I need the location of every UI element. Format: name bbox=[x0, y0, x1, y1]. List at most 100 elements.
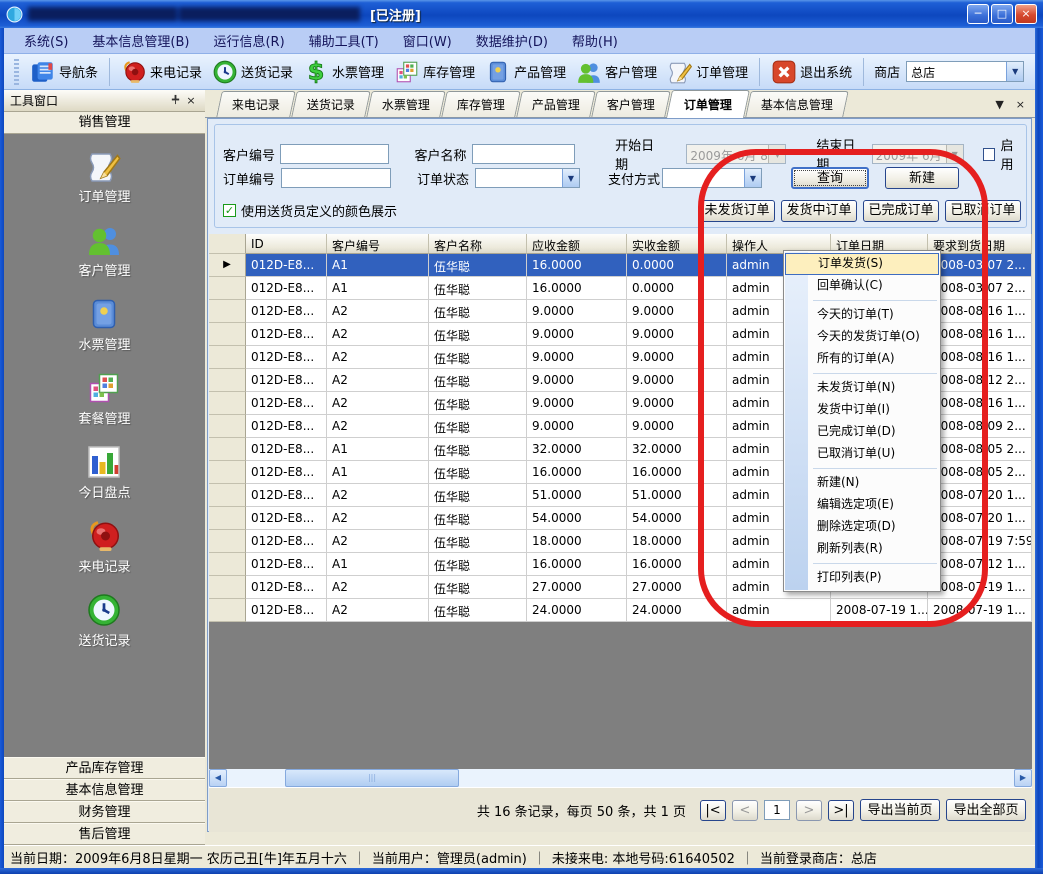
scrollbar-thumb[interactable] bbox=[285, 769, 459, 787]
context-menu-item[interactable]: 发货中订单(I) bbox=[785, 399, 939, 421]
sidebar-item[interactable]: 今日盘点 bbox=[78, 444, 130, 501]
toolbar-button[interactable]: $水票管理 bbox=[298, 57, 389, 87]
menubar-item[interactable]: 基本信息管理(B) bbox=[80, 28, 201, 53]
shop-select[interactable]: 总店 ▼ bbox=[906, 61, 1024, 82]
last-page-button[interactable]: >| bbox=[828, 800, 854, 821]
filter-status-button[interactable]: 已取消订单 bbox=[945, 200, 1021, 222]
context-menu-item[interactable]: 今天的订单(T) bbox=[785, 304, 939, 326]
new-button[interactable]: 新建 bbox=[885, 167, 959, 189]
tab[interactable]: 来电记录 bbox=[216, 91, 296, 117]
sidebar-section[interactable]: 财务管理 bbox=[4, 801, 205, 823]
maximize-button[interactable]: □ bbox=[991, 4, 1013, 24]
menubar-item[interactable]: 帮助(H) bbox=[560, 28, 630, 53]
menubar-item[interactable]: 辅助工具(T) bbox=[297, 28, 391, 53]
sidebar-item[interactable]: 订单管理 bbox=[78, 148, 130, 205]
toolbar-grip-icon[interactable] bbox=[14, 59, 19, 85]
sidebar-section[interactable]: 产品库存管理 bbox=[4, 757, 205, 779]
context-menu-item[interactable]: 已完成订单(D) bbox=[785, 421, 939, 443]
close-icon[interactable]: × bbox=[183, 94, 199, 107]
filter-status-button[interactable]: 未发货订单 bbox=[699, 200, 775, 222]
context-menu-item[interactable]: 今天的发货订单(O) bbox=[785, 326, 939, 348]
sidebar-item[interactable]: 套餐管理 bbox=[78, 370, 130, 427]
horizontal-scrollbar[interactable]: ◀ ▶ bbox=[209, 769, 1032, 787]
page-number-input[interactable] bbox=[764, 800, 790, 820]
sidebar-section[interactable]: 基本信息管理 bbox=[4, 779, 205, 801]
menubar-item[interactable]: 窗口(W) bbox=[391, 28, 464, 53]
end-date-picker[interactable]: 2009年 6月 8日▼ bbox=[872, 144, 964, 164]
pay-method-select[interactable]: ▼ bbox=[662, 168, 762, 188]
chevron-down-icon[interactable]: ▼ bbox=[946, 145, 963, 163]
tab[interactable]: 订单管理 bbox=[666, 90, 750, 118]
toolbar-button[interactable]: 来电记录 bbox=[116, 57, 207, 87]
context-menu-item[interactable]: 新建(N) bbox=[785, 472, 939, 494]
menubar-item[interactable]: 系统(S) bbox=[12, 28, 80, 53]
menubar-item[interactable]: 数据维护(D) bbox=[464, 28, 560, 53]
chevron-down-icon[interactable]: ▼ bbox=[1006, 62, 1023, 81]
scroll-left-icon[interactable]: ◀ bbox=[209, 769, 227, 787]
context-menu-item[interactable]: 未发货订单(N) bbox=[785, 377, 939, 399]
close-button[interactable]: × bbox=[1015, 4, 1037, 24]
toolbar-button[interactable]: 退出系统 bbox=[766, 57, 857, 87]
close-icon[interactable]: × bbox=[1016, 98, 1025, 111]
sidebar-item[interactable]: 水票管理 bbox=[78, 296, 130, 353]
first-page-button[interactable]: |< bbox=[700, 800, 726, 821]
context-menu-item[interactable]: 所有的订单(A) bbox=[785, 348, 939, 370]
tab[interactable]: 库存管理 bbox=[441, 91, 521, 117]
column-header[interactable]: 实收金额 bbox=[627, 234, 727, 254]
tab[interactable]: 水票管理 bbox=[366, 91, 446, 117]
toolbar-button[interactable]: 订单管理 bbox=[662, 57, 753, 87]
sidebar-item[interactable]: 来电记录 bbox=[78, 518, 130, 575]
column-header[interactable]: 应收金额 bbox=[527, 234, 627, 254]
sidebar-section[interactable]: 售后管理 bbox=[4, 823, 205, 845]
query-button[interactable]: 查询 bbox=[791, 167, 869, 189]
context-menu-item[interactable]: 刷新列表(R) bbox=[785, 538, 939, 560]
pin-icon[interactable] bbox=[167, 94, 183, 108]
context-menu-item[interactable]: 编辑选定项(E) bbox=[785, 494, 939, 516]
toolbar-button[interactable]: 导航条 bbox=[25, 57, 103, 87]
context-menu-item[interactable]: 删除选定项(D) bbox=[785, 516, 939, 538]
order-no-input[interactable] bbox=[281, 168, 391, 188]
column-header[interactable]: 要求到货日期 bbox=[928, 234, 1032, 254]
customer-no-input[interactable] bbox=[280, 144, 388, 164]
context-menu-item[interactable]: 打印列表(P) bbox=[785, 567, 939, 589]
chevron-down-icon[interactable]: ▼ bbox=[562, 169, 579, 187]
sidebar-item[interactable]: 客户管理 bbox=[78, 222, 130, 279]
prev-page-button[interactable]: < bbox=[732, 800, 758, 821]
tab[interactable]: 客户管理 bbox=[591, 91, 671, 117]
export-all-pages-button[interactable]: 导出全部页 bbox=[946, 799, 1026, 821]
toolbar-button[interactable]: 客户管理 bbox=[571, 57, 662, 87]
chevron-down-icon[interactable]: ▼ bbox=[768, 145, 785, 163]
toolbar-button[interactable]: 送货记录 bbox=[207, 57, 298, 87]
column-header[interactable]: ID bbox=[246, 234, 327, 254]
next-page-button[interactable]: > bbox=[796, 800, 822, 821]
export-current-page-button[interactable]: 导出当前页 bbox=[860, 799, 940, 821]
context-menu-item[interactable]: 回单确认(C) bbox=[785, 275, 939, 297]
sidebar-item[interactable]: 送货记录 bbox=[78, 592, 130, 649]
customer-name-input[interactable] bbox=[472, 144, 575, 164]
minimize-button[interactable]: ─ bbox=[967, 4, 989, 24]
filter-status-button[interactable]: 已完成订单 bbox=[863, 200, 939, 222]
scrollbar-track[interactable] bbox=[227, 769, 1014, 787]
start-date-picker[interactable]: 2009年 6月 8日▼ bbox=[686, 144, 786, 164]
column-header[interactable] bbox=[209, 234, 246, 254]
context-menu-item[interactable]: 订单发货(S) bbox=[785, 253, 939, 275]
tab[interactable]: 基本信息管理 bbox=[745, 91, 849, 117]
sidebar-section-sales[interactable]: 销售管理 bbox=[4, 112, 205, 134]
tab[interactable]: 产品管理 bbox=[516, 91, 596, 117]
titlebar[interactable]: ██████████████████ █████████████████████… bbox=[0, 0, 1043, 28]
column-header[interactable]: 客户名称 bbox=[429, 234, 527, 254]
chevron-down-icon[interactable]: ▼ bbox=[995, 98, 1003, 111]
order-status-select[interactable]: ▼ bbox=[475, 168, 580, 188]
context-menu-item[interactable]: 已取消订单(U) bbox=[785, 443, 939, 465]
chevron-down-icon[interactable]: ▼ bbox=[744, 169, 761, 187]
menubar-item[interactable]: 运行信息(R) bbox=[201, 28, 296, 53]
tab[interactable]: 送货记录 bbox=[291, 91, 371, 117]
toolbar-button[interactable]: 产品管理 bbox=[480, 57, 571, 87]
enable-checkbox[interactable] bbox=[983, 148, 996, 161]
column-header[interactable]: 客户编号 bbox=[327, 234, 429, 254]
color-checkbox[interactable]: ✓ bbox=[223, 204, 236, 217]
table-row[interactable]: 012D-E8...A2伍华聪24.000024.0000admin2008-0… bbox=[209, 599, 1032, 622]
filter-status-button[interactable]: 发货中订单 bbox=[781, 200, 857, 222]
toolbar-button[interactable]: 库存管理 bbox=[389, 57, 480, 87]
scroll-right-icon[interactable]: ▶ bbox=[1014, 769, 1032, 787]
